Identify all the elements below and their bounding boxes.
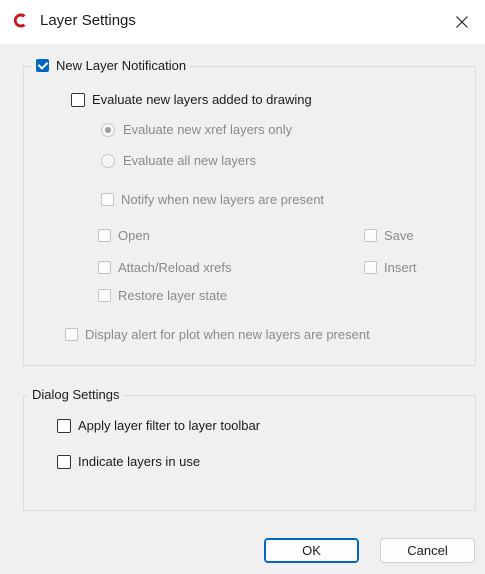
save-checkbox[interactable]: [364, 229, 377, 242]
open-label: Open: [118, 228, 150, 243]
cancel-button[interactable]: Cancel: [380, 538, 475, 563]
display-alert-plot-option[interactable]: Display alert for plot when new layers a…: [65, 327, 370, 342]
indicate-layers-in-use-label: Indicate layers in use: [78, 454, 201, 469]
new-layer-notification-label: New Layer Notification: [56, 58, 187, 73]
open-option[interactable]: Open: [98, 228, 150, 243]
layer-settings-dialog: Layer Settings New Layer Notification Ev…: [0, 0, 485, 574]
open-checkbox[interactable]: [98, 229, 111, 242]
notify-new-layers-present-label: Notify when new layers are present: [121, 192, 325, 207]
apply-layer-filter-label: Apply layer filter to layer toolbar: [78, 418, 261, 433]
evaluate-all-new-layers-label: Evaluate all new layers: [123, 153, 256, 168]
ok-button[interactable]: OK: [264, 538, 359, 563]
restore-layer-state-option[interactable]: Restore layer state: [98, 288, 227, 303]
notify-new-layers-present-checkbox[interactable]: [101, 193, 114, 206]
evaluate-xref-layers-only-radio[interactable]: [101, 122, 115, 137]
restore-layer-state-label: Restore layer state: [118, 288, 228, 303]
evaluate-new-layers-option[interactable]: Evaluate new layers added to drawing: [71, 92, 312, 107]
new-layer-notification-checkbox[interactable]: [36, 59, 49, 72]
attach-reload-xrefs-label: Attach/Reload xrefs: [118, 260, 232, 275]
display-alert-plot-label: Display alert for plot when new layers a…: [85, 327, 370, 342]
display-alert-plot-checkbox[interactable]: [65, 328, 78, 341]
title-bar: Layer Settings: [0, 0, 485, 44]
evaluate-all-new-layers-option[interactable]: Evaluate all new layers: [101, 153, 256, 168]
evaluate-all-new-layers-radio[interactable]: [101, 153, 115, 168]
insert-checkbox[interactable]: [364, 261, 377, 274]
indicate-layers-in-use-option[interactable]: Indicate layers in use: [57, 454, 200, 469]
evaluate-xref-layers-only-label: Evaluate new xref layers only: [123, 122, 293, 137]
save-option[interactable]: Save: [364, 228, 414, 243]
evaluate-new-layers-label: Evaluate new layers added to drawing: [92, 92, 312, 107]
save-label: Save: [384, 228, 414, 243]
autocad-c-logo-icon: [13, 13, 26, 28]
evaluate-new-layers-checkbox[interactable]: [71, 92, 85, 107]
dialog-settings-group: Dialog Settings: [23, 387, 476, 511]
notify-new-layers-present-option[interactable]: Notify when new layers are present: [101, 192, 324, 207]
new-layer-notification-legend: New Layer Notification: [32, 58, 191, 73]
insert-label: Insert: [384, 260, 417, 275]
insert-option[interactable]: Insert: [364, 260, 417, 275]
apply-layer-filter-option[interactable]: Apply layer filter to layer toolbar: [57, 418, 260, 433]
evaluate-xref-layers-only-option[interactable]: Evaluate new xref layers only: [101, 122, 292, 137]
close-icon: [456, 16, 468, 28]
window-title: Layer Settings: [40, 12, 136, 29]
attach-reload-xrefs-checkbox[interactable]: [98, 261, 111, 274]
close-button[interactable]: [439, 0, 485, 44]
apply-layer-filter-checkbox[interactable]: [57, 418, 71, 433]
new-layer-notification-group: New Layer Notification: [23, 58, 476, 366]
indicate-layers-in-use-checkbox[interactable]: [57, 454, 71, 469]
dialog-settings-legend: Dialog Settings: [28, 387, 124, 402]
attach-reload-xrefs-option[interactable]: Attach/Reload xrefs: [98, 260, 231, 275]
restore-layer-state-checkbox[interactable]: [98, 289, 111, 302]
